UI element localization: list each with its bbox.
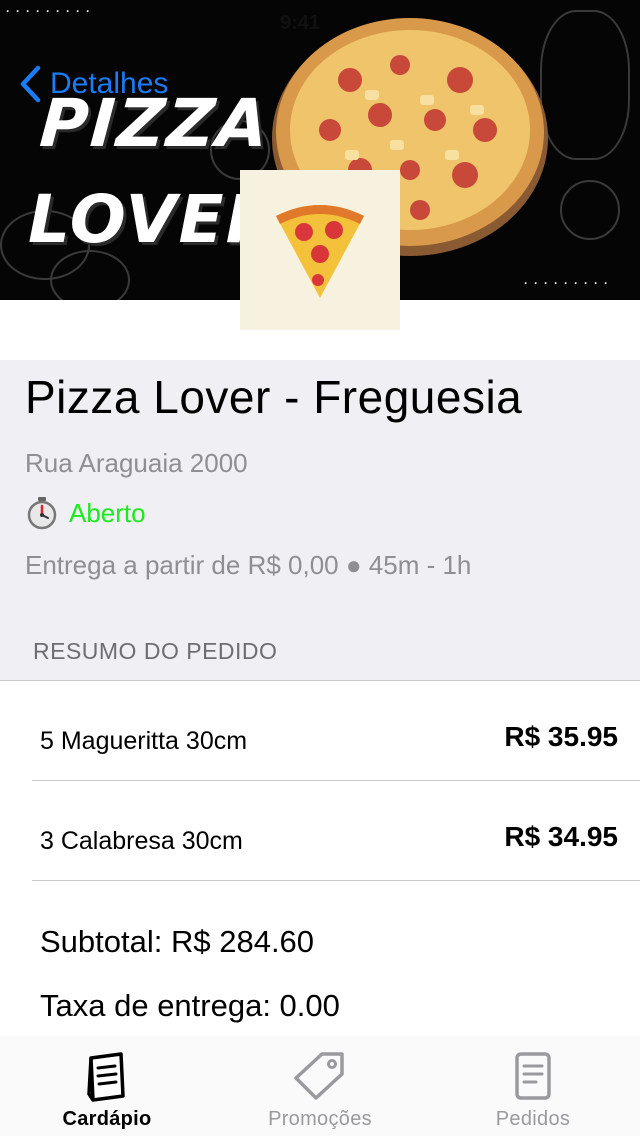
store-info-panel: Pizza Lover - Freguesia Rua Araguaia 200…	[0, 360, 640, 680]
menu-book-icon	[87, 1052, 125, 1102]
order-item-row[interactable]: 5 Magueritta 30cm R$ 35.95	[32, 681, 640, 781]
tab-promocoes[interactable]: Promoções	[213, 1036, 427, 1136]
tab-label: Cardápio	[62, 1108, 152, 1130]
status-bar-time: 9:41	[280, 12, 321, 34]
chevron-left-icon	[20, 65, 41, 103]
stopwatch-icon	[27, 497, 57, 530]
order-summary-header: RESUMO DO PEDIDO	[33, 638, 278, 664]
tab-label: Pedidos	[495, 1108, 571, 1130]
open-status-label: Aberto	[69, 497, 146, 528]
tag-icon	[294, 1052, 344, 1100]
pizza-slice-icon	[276, 205, 364, 298]
delivery-info: Entrega a partir de R$ 0,00 ● 45m - 1h	[25, 550, 472, 580]
store-name: Pizza Lover - Freguesia	[25, 371, 523, 423]
store-address: Rua Araguaia 2000	[25, 448, 248, 478]
receipt-icon	[515, 1052, 551, 1100]
tab-bar: Cardápio Promoções Pedidos	[0, 1036, 640, 1136]
back-label: Detalhes	[50, 67, 169, 100]
tab-pedidos[interactable]: Pedidos	[426, 1036, 640, 1136]
order-summary: 5 Magueritta 30cm R$ 35.95 3 Calabresa 3…	[0, 680, 640, 881]
tab-label: Promoções	[268, 1108, 372, 1130]
store-status: Aberto	[25, 496, 146, 530]
order-item-price: R$ 35.95	[504, 721, 618, 752]
order-item-label: 5 Magueritta 30cm	[40, 727, 248, 755]
decorative-dots: ·········	[524, 276, 614, 290]
tab-cardapio[interactable]: Cardápio	[0, 1036, 214, 1136]
store-logo	[240, 170, 400, 330]
subtotal-label: Subtotal: R$ 284.60	[40, 924, 315, 959]
delivery-fee-label: Taxa de entrega: 0.00	[40, 988, 340, 1023]
pizza-slice-doodle	[540, 10, 630, 160]
decorative-dots: ·········	[6, 4, 96, 18]
order-item-price: R$ 34.95	[504, 821, 618, 852]
order-item-row[interactable]: 3 Calabresa 30cm R$ 34.95	[32, 781, 640, 881]
doodle	[560, 180, 620, 240]
order-item-label: 3 Calabresa 30cm	[40, 827, 243, 855]
back-button[interactable]: Detalhes	[18, 64, 168, 104]
